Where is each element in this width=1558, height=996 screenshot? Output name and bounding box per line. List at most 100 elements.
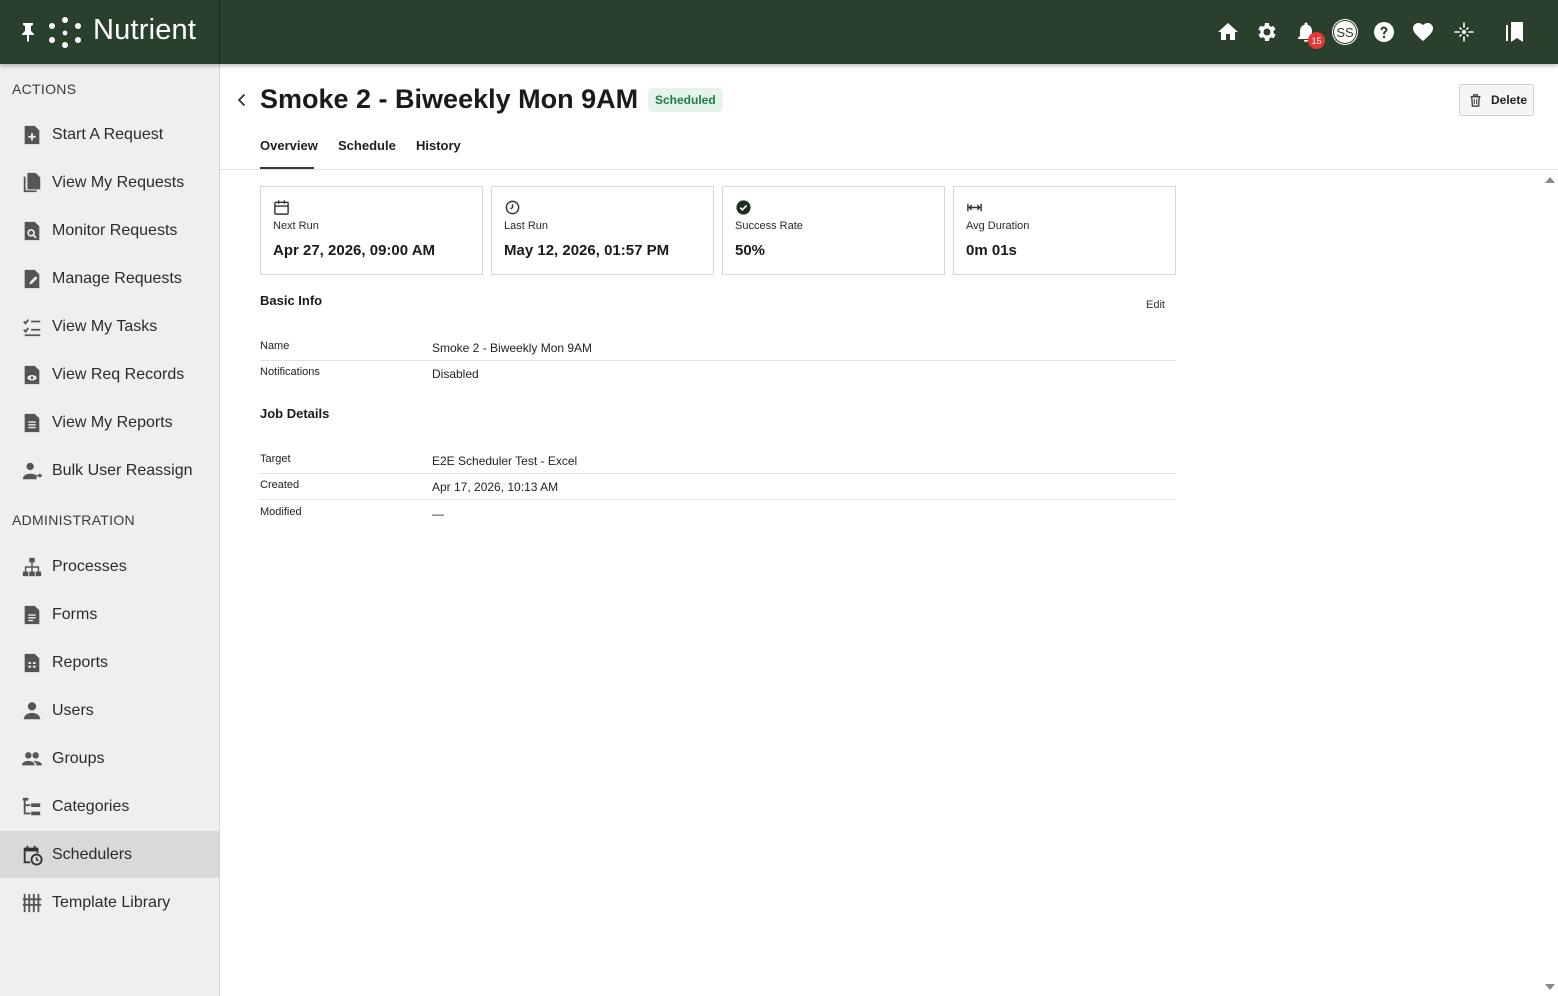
calendar-clock-icon bbox=[23, 845, 43, 866]
categories-icon bbox=[22, 797, 41, 815]
stat-value: Apr 27, 2026, 09:00 AM bbox=[273, 242, 436, 259]
hierarchy-icon bbox=[22, 557, 42, 576]
library-icon bbox=[22, 893, 42, 912]
detail-key: Notifications bbox=[260, 366, 320, 378]
sidebar-item-label: Processes bbox=[52, 557, 127, 575]
clock-icon bbox=[505, 200, 520, 215]
edit-button[interactable]: Edit bbox=[1146, 299, 1165, 311]
sidebar-item-label: Categories bbox=[52, 797, 130, 815]
sidebar-item-label: Monitor Requests bbox=[52, 221, 178, 239]
home-icon[interactable] bbox=[1216, 20, 1240, 44]
row-divider bbox=[260, 499, 1176, 500]
basic-info-title: Basic Info bbox=[260, 293, 323, 308]
actions-section-label: ACTIONS bbox=[12, 81, 77, 97]
job-details-title: Job Details bbox=[260, 406, 330, 421]
user-reassign-icon bbox=[22, 462, 43, 479]
sidebar-item-label: View Req Records bbox=[52, 365, 185, 383]
page-title: Smoke 2 - Biweekly Mon 9AM bbox=[260, 84, 639, 114]
sparkle-icon[interactable] bbox=[1452, 20, 1476, 44]
brand-area: Nutrient bbox=[0, 0, 220, 64]
sidebar: ACTIONS Start A Request View My Requests… bbox=[0, 64, 220, 996]
stat-label: Avg Duration bbox=[966, 220, 1030, 232]
sidebar-item-start-request[interactable]: Start A Request bbox=[0, 111, 219, 158]
scroll-down-arrow-icon[interactable] bbox=[1544, 982, 1556, 992]
tab-overview[interactable]: Overview bbox=[260, 138, 318, 153]
status-badge: Scheduled bbox=[648, 88, 723, 112]
sidebar-item-reports[interactable]: Reports bbox=[0, 639, 219, 686]
group-icon bbox=[21, 751, 43, 765]
sidebar-item-label: Users bbox=[52, 701, 94, 719]
scroll-up-arrow-icon[interactable] bbox=[1544, 175, 1556, 185]
detail-row-modified: Modified — bbox=[260, 506, 1176, 533]
nutrient-logo-icon bbox=[49, 17, 81, 48]
report-grid-icon bbox=[24, 653, 40, 672]
form-icon bbox=[24, 605, 40, 624]
sidebar-item-label: Start A Request bbox=[52, 125, 164, 143]
sidebar-item-users[interactable]: Users bbox=[0, 687, 219, 734]
detail-value: Apr 17, 2026, 10:13 AM bbox=[432, 480, 559, 494]
report-icon bbox=[24, 413, 40, 432]
sidebar-item-label: Groups bbox=[52, 749, 105, 767]
detail-row-notifications: Notifications Disabled bbox=[260, 366, 1176, 393]
sidebar-item-bulk-user-reassign[interactable]: Bulk User Reassign bbox=[0, 447, 219, 494]
detail-key: Target bbox=[260, 453, 291, 465]
file-edit-icon bbox=[24, 269, 40, 288]
detail-value: Disabled bbox=[432, 367, 479, 381]
tabs-divider bbox=[220, 169, 1558, 170]
file-search-icon bbox=[24, 221, 40, 240]
sidebar-item-monitor-requests[interactable]: Monitor Requests bbox=[0, 207, 219, 254]
stat-card-next-run: Next Run Apr 27, 2026, 09:00 AM bbox=[260, 186, 483, 275]
sidebar-item-label: Template Library bbox=[52, 893, 171, 911]
delete-label: Delete bbox=[1491, 93, 1528, 107]
gear-icon[interactable] bbox=[1255, 20, 1279, 44]
notification-badge: 15 bbox=[1308, 32, 1325, 49]
stat-card-last-run: Last Run May 12, 2026, 01:57 PM bbox=[491, 186, 714, 275]
tab-history[interactable]: History bbox=[416, 138, 461, 153]
sidebar-item-label: View My Requests bbox=[52, 173, 185, 191]
sidebar-item-processes[interactable]: Processes bbox=[0, 543, 219, 590]
sidebar-item-forms[interactable]: Forms bbox=[0, 591, 219, 638]
sidebar-item-view-my-reports[interactable]: View My Reports bbox=[0, 399, 219, 446]
bookmarks-icon[interactable] bbox=[1503, 20, 1527, 44]
detail-value: E2E Scheduler Test - Excel bbox=[432, 454, 578, 468]
delete-button[interactable]: Delete bbox=[1459, 84, 1534, 116]
user-icon bbox=[23, 701, 41, 719]
brand-name: Nutrient bbox=[93, 14, 197, 46]
detail-key: Modified bbox=[260, 506, 302, 518]
stat-label: Success Rate bbox=[735, 220, 803, 232]
detail-row-target: Target E2E Scheduler Test - Excel bbox=[260, 453, 1176, 480]
file-plus-icon bbox=[24, 125, 40, 144]
sidebar-item-view-my-requests[interactable]: View My Requests bbox=[0, 159, 219, 206]
sidebar-item-label: View My Tasks bbox=[52, 317, 158, 335]
tab-schedule[interactable]: Schedule bbox=[338, 138, 396, 153]
sidebar-item-label: Reports bbox=[52, 653, 109, 671]
top-bar: Nutrient 15 SS bbox=[0, 0, 1558, 64]
duration-icon bbox=[967, 203, 982, 212]
sidebar-item-manage-requests[interactable]: Manage Requests bbox=[0, 255, 219, 302]
sidebar-item-template-library[interactable]: Template Library bbox=[0, 879, 219, 926]
detail-key: Created bbox=[260, 479, 300, 491]
trash-icon bbox=[1470, 93, 1481, 107]
administration-section-label: ADMINISTRATION bbox=[12, 512, 135, 528]
detail-key: Name bbox=[260, 340, 290, 352]
sidebar-item-schedulers[interactable]: Schedulers bbox=[0, 831, 219, 878]
file-eye-icon bbox=[24, 365, 40, 384]
heart-icon[interactable] bbox=[1411, 20, 1435, 44]
calendar-icon bbox=[274, 200, 289, 215]
row-divider bbox=[260, 360, 1176, 361]
detail-row-name: Name Smoke 2 - Biweekly Mon 9AM bbox=[260, 340, 1176, 367]
sidebar-item-view-req-records[interactable]: View Req Records bbox=[0, 351, 219, 398]
stat-label: Last Run bbox=[504, 220, 549, 232]
stat-card-success-rate: Success Rate 50% bbox=[722, 186, 945, 275]
sidebar-item-label: View My Reports bbox=[52, 413, 173, 431]
check-circle-icon bbox=[736, 200, 751, 215]
sidebar-item-groups[interactable]: Groups bbox=[0, 735, 219, 782]
detail-value: Smoke 2 - Biweekly Mon 9AM bbox=[432, 341, 593, 355]
back-chevron-icon[interactable] bbox=[233, 91, 251, 109]
sidebar-item-view-my-tasks[interactable]: View My Tasks bbox=[0, 303, 219, 350]
help-icon[interactable] bbox=[1372, 20, 1396, 44]
stat-value: 0m 01s bbox=[966, 242, 1017, 259]
avatar[interactable]: SS bbox=[1333, 20, 1357, 44]
pin-icon[interactable] bbox=[20, 22, 36, 42]
sidebar-item-categories[interactable]: Categories bbox=[0, 783, 219, 830]
